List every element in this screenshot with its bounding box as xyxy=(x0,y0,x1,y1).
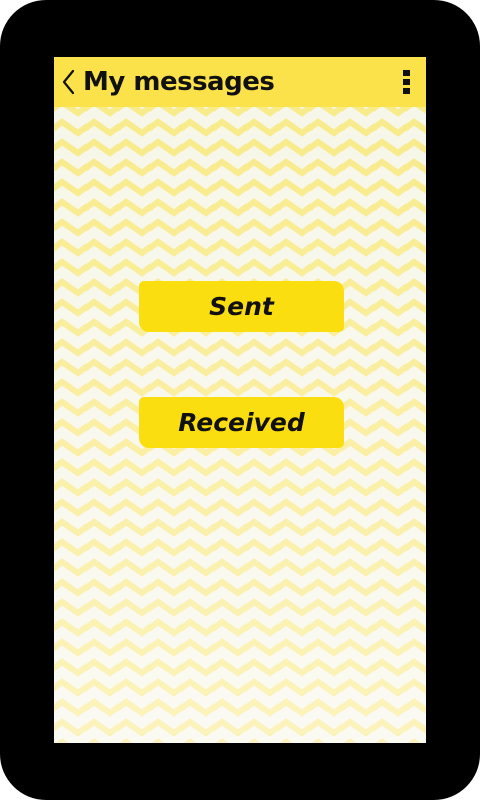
back-button[interactable] xyxy=(58,67,78,97)
top-app-bar: My messages xyxy=(54,57,426,107)
received-button[interactable]: Received xyxy=(139,397,344,448)
page-title: My messages xyxy=(83,67,275,97)
chevron-left-icon xyxy=(62,69,75,95)
sent-button[interactable]: Sent xyxy=(139,281,344,332)
overflow-menu-button[interactable] xyxy=(394,67,418,97)
screen: My messages Sent Received xyxy=(54,57,426,743)
phone-frame: My messages Sent Received xyxy=(0,0,480,800)
